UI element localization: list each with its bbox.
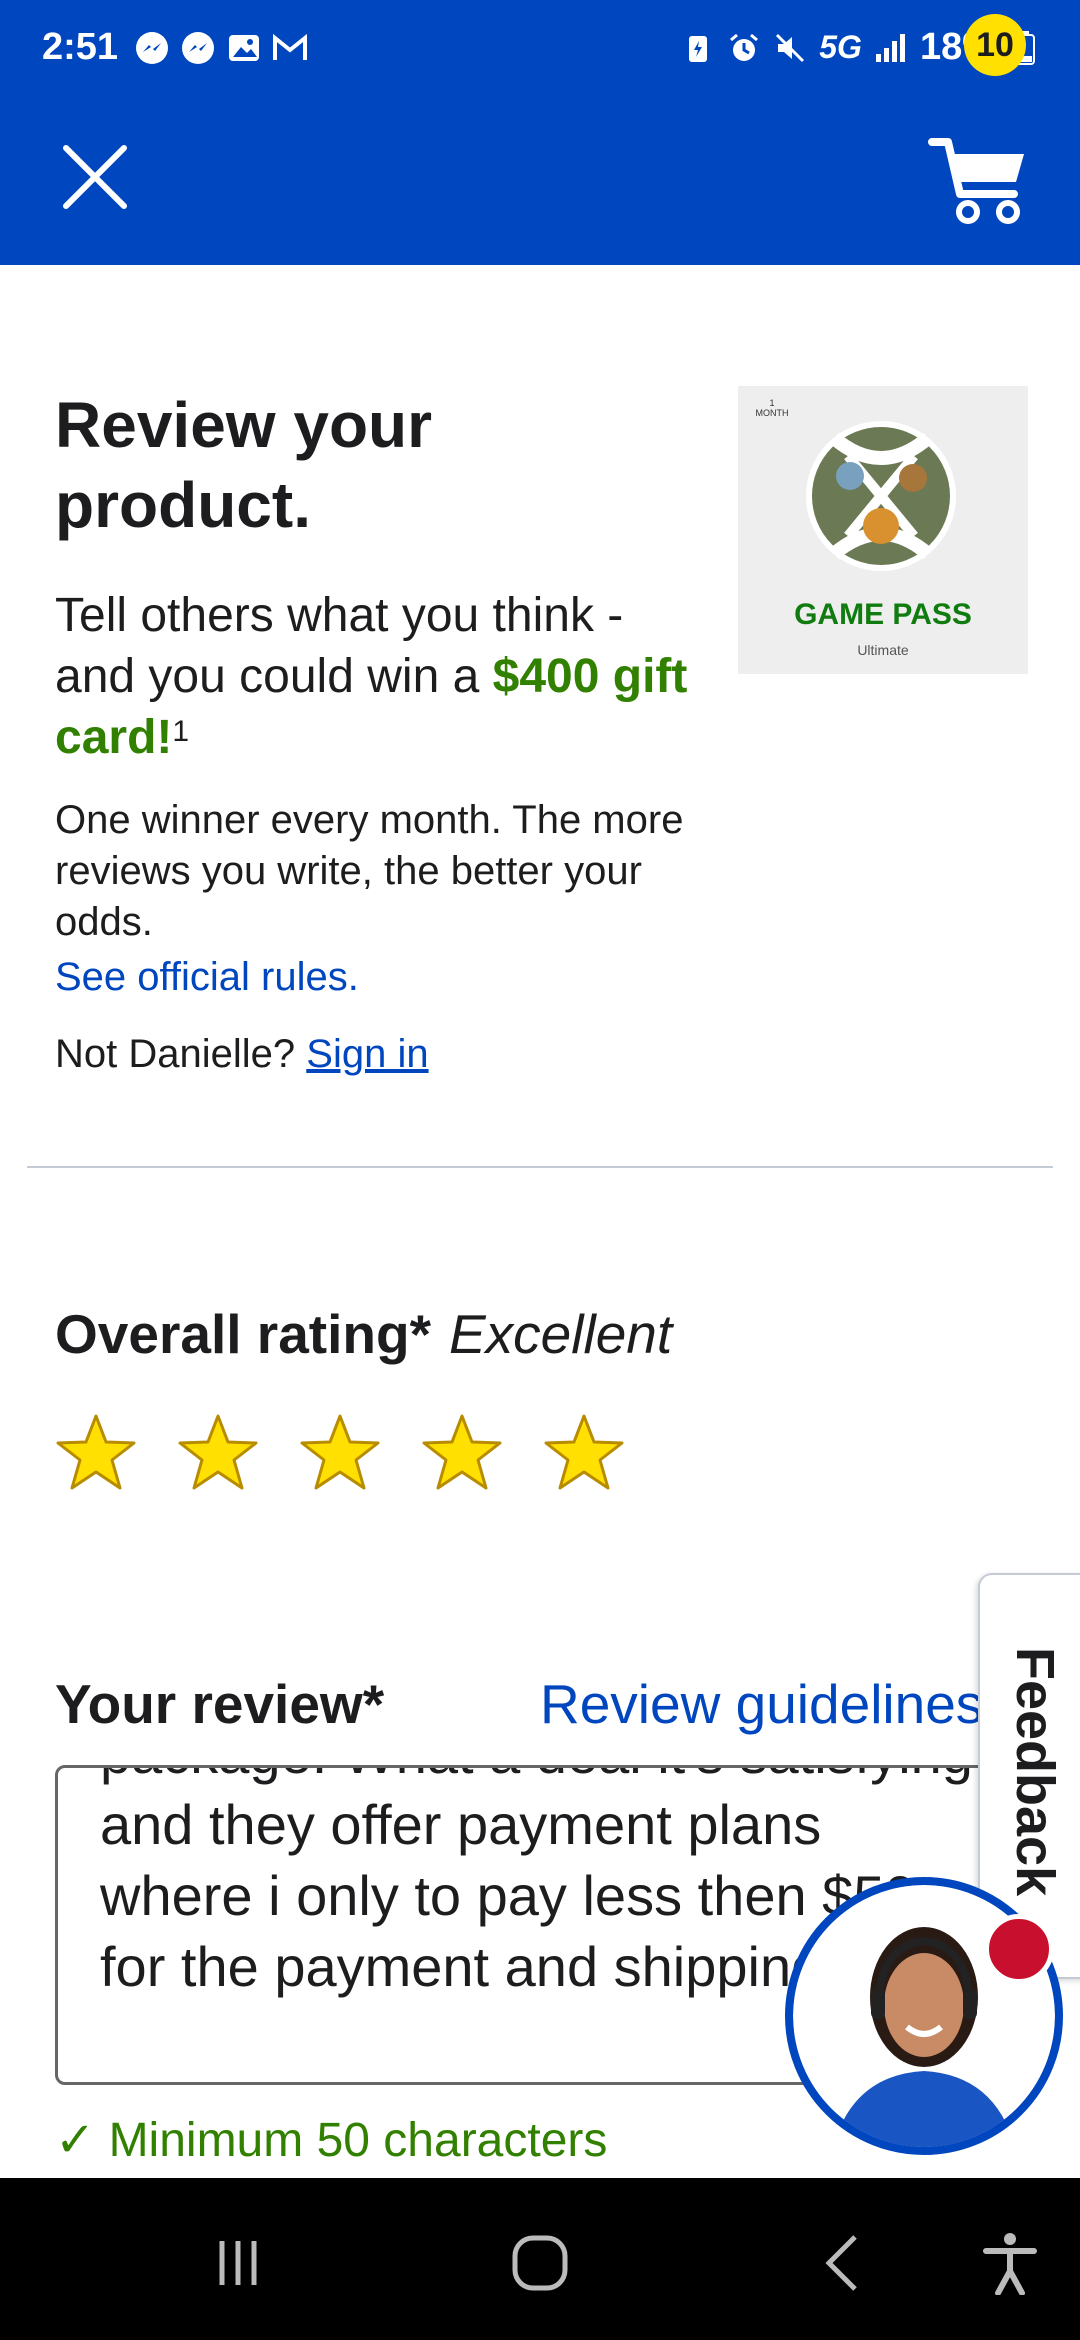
rating-value-text: Excellent <box>448 1303 673 1365</box>
5g-icon: 5G <box>819 29 862 65</box>
official-rules-link[interactable]: See official rules. <box>55 955 359 1000</box>
footnote-marker: 1 <box>172 715 190 748</box>
min-chars-hint: ✓ Minimum 50 characters <box>55 2112 607 2168</box>
cart-icon <box>928 138 1024 224</box>
gallery-icon <box>224 28 264 68</box>
recents-button[interactable] <box>198 2228 278 2298</box>
system-nav-bar <box>0 2178 1080 2340</box>
messenger-icon <box>178 28 218 68</box>
rating-label: Overall rating* Excellent <box>55 1302 672 1366</box>
chat-notification-dot <box>984 1914 1054 1984</box>
page-title: Review your product. <box>55 389 433 541</box>
messenger-icon <box>132 28 172 68</box>
accessibility-button[interactable] <box>970 2228 1050 2298</box>
product-duration-label: 1 MONTH <box>755 398 789 418</box>
hero-subtitle: Tell others what you think - and you cou… <box>55 585 715 768</box>
star-icon[interactable] <box>543 1412 625 1494</box>
battery-saver-icon <box>681 31 715 65</box>
status-time: 2:51 <box>42 26 119 68</box>
home-button[interactable] <box>500 2228 580 2298</box>
review-label: Your review* <box>55 1673 385 1735</box>
star-icon[interactable] <box>299 1412 381 1494</box>
signal-icon <box>874 31 908 65</box>
hero-note: One winner every month. The more reviews… <box>55 798 684 944</box>
star-rating[interactable] <box>55 1412 625 1494</box>
rating-title: Overall rating* <box>55 1303 431 1365</box>
close-button[interactable] <box>58 140 132 214</box>
star-icon[interactable] <box>177 1412 259 1494</box>
status-bar: 2:51 5G 18% <box>0 0 1080 100</box>
not-user-text: Not Danielle? <box>55 1032 296 1076</box>
sign-in-link[interactable]: Sign in <box>306 1032 428 1076</box>
back-button[interactable] <box>802 2228 882 2298</box>
star-icon[interactable] <box>421 1412 503 1494</box>
section-divider <box>27 1166 1053 1168</box>
app-bar <box>0 100 1080 265</box>
recents-icon <box>219 2241 257 2285</box>
back-icon <box>825 2235 857 2291</box>
product-image: 1 MONTH GAME PASS Ultimate <box>738 386 1028 674</box>
close-icon <box>63 145 127 209</box>
product-brand-label: GAME PASS <box>794 598 972 631</box>
review-guidelines-link[interactable]: Review guidelines <box>540 1672 983 1736</box>
star-icon[interactable] <box>55 1412 137 1494</box>
cart-count-badge: 10 <box>964 14 1026 76</box>
mute-icon <box>773 31 807 65</box>
accessibility-icon <box>983 2233 1037 2295</box>
min-chars-text: Minimum 50 characters <box>108 2114 608 2167</box>
product-tier-label: Ultimate <box>857 642 909 658</box>
checkmark-icon: ✓ <box>55 2114 109 2167</box>
gmail-icon <box>270 28 310 68</box>
home-icon <box>512 2235 568 2291</box>
notification-icons <box>132 28 310 68</box>
cart-button[interactable] <box>928 128 1038 228</box>
alarm-icon <box>727 31 761 65</box>
not-user-line: Not Danielle? Sign in <box>55 1032 429 1077</box>
